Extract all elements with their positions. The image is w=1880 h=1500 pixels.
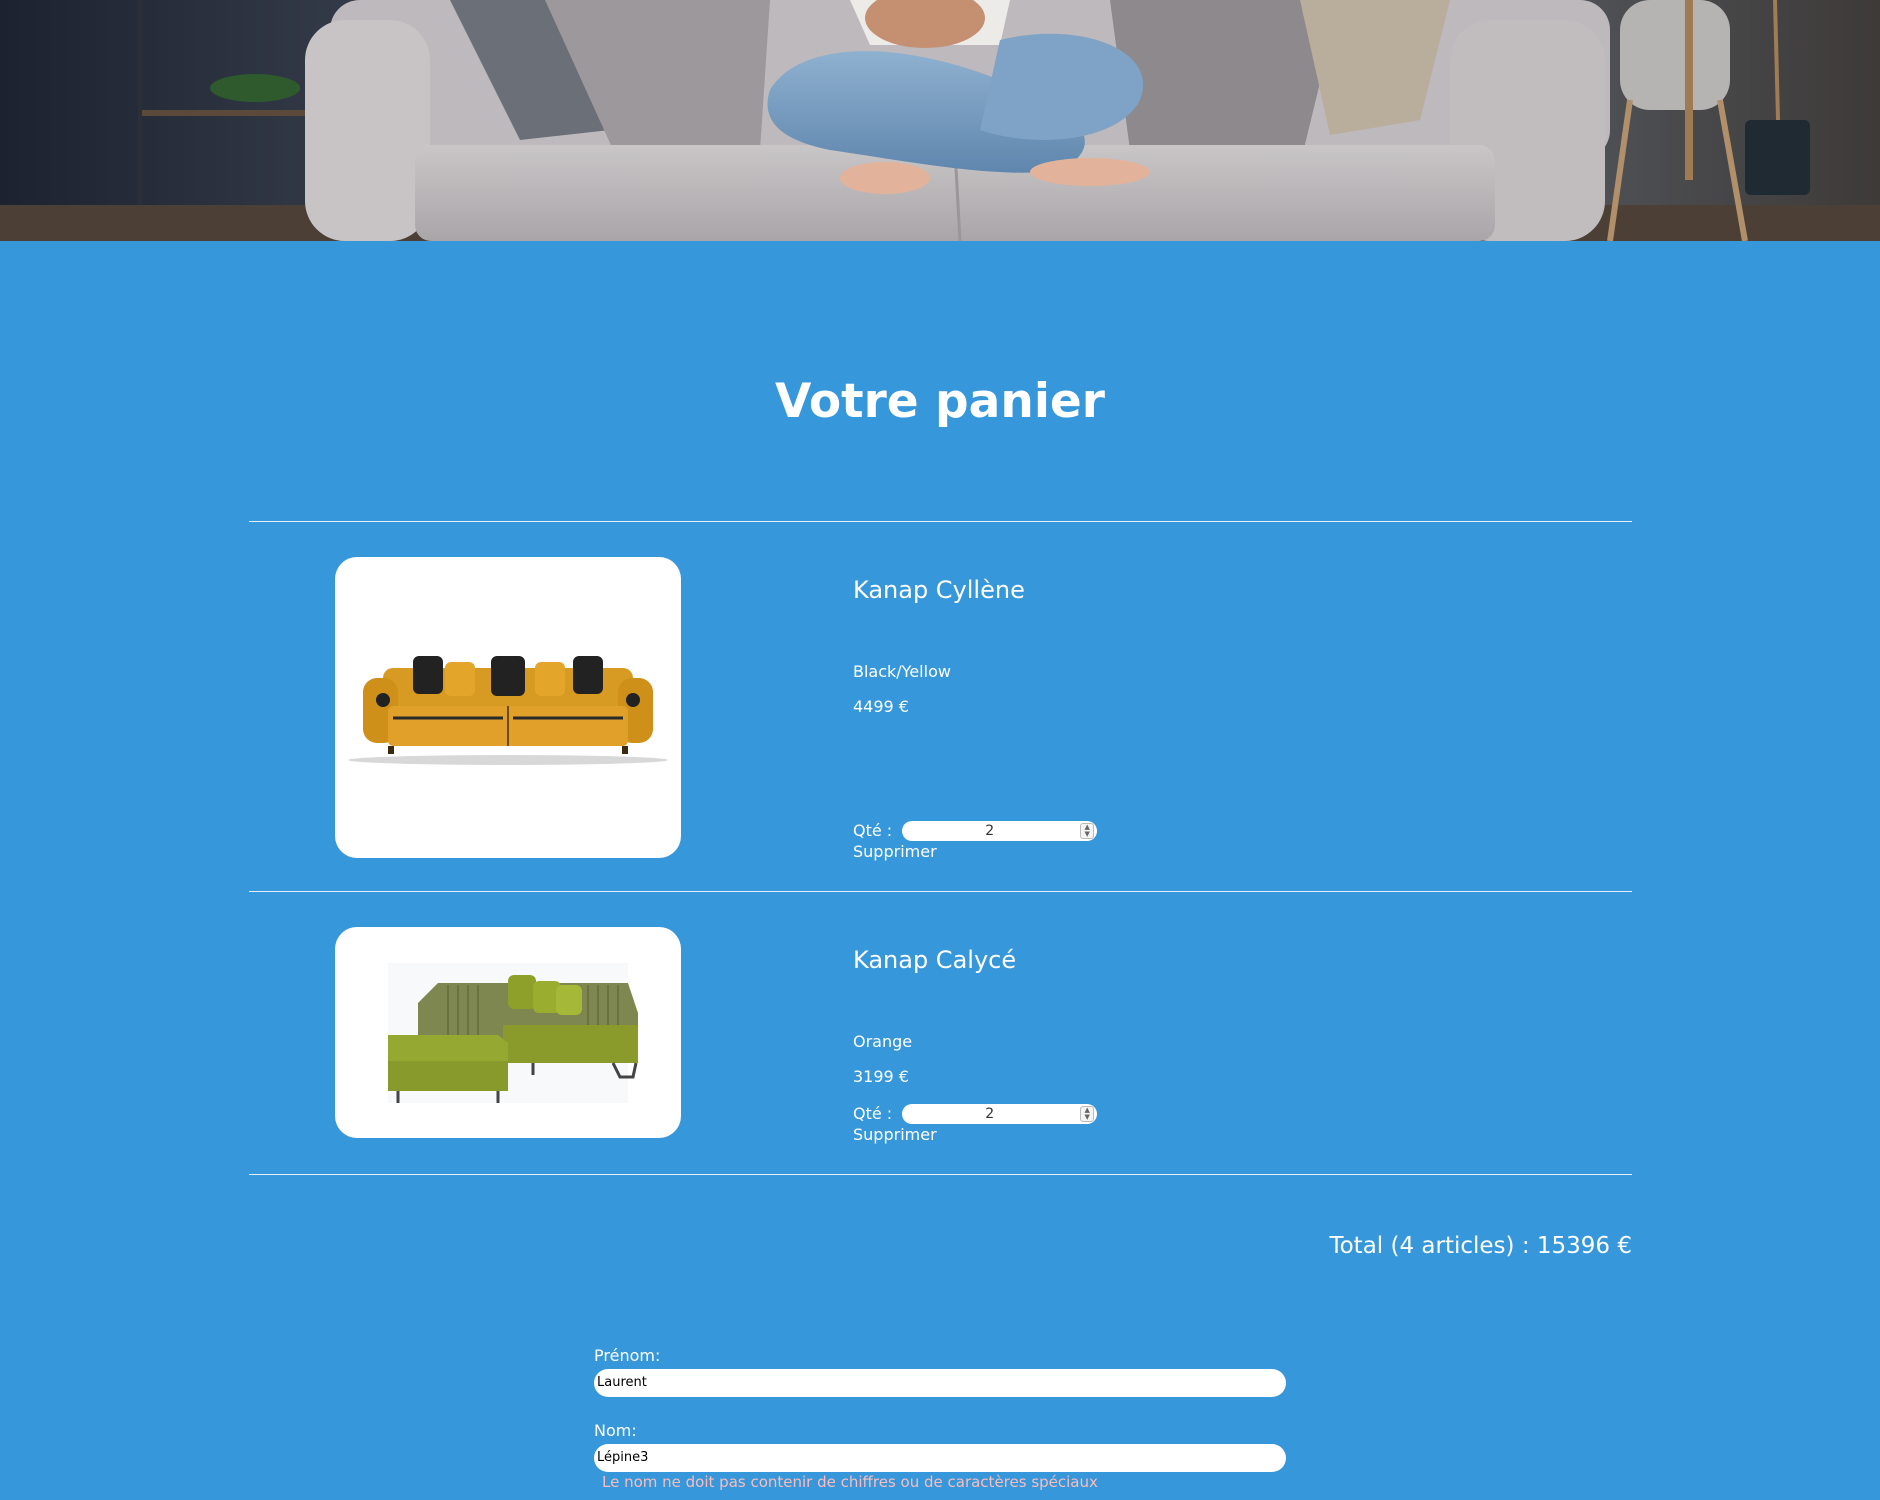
green-corner-sofa-image [388,962,638,1103]
quantity-value: 2 [985,823,995,839]
cart-total: Total (4 articles) : 15396 € [1329,1233,1632,1259]
product-image [335,927,681,1138]
quantity-value: 2 [985,1106,995,1122]
product-name: Kanap Calycé [853,946,1017,974]
quantity-label: Qté : [853,821,893,840]
first-name-field[interactable]: Laurent [594,1369,1286,1397]
delete-button[interactable]: Supprimer [853,1125,937,1145]
product-details: Kanap Calycé Orange 3199 € Qté : 2 ▲ ▼ S… [853,892,1453,1174]
cart-item: Kanap Calycé Orange 3199 € Qté : 2 ▲ ▼ S… [249,892,1632,1174]
order-form: Prénom: Laurent Nom: Lépine3 Le nom ne d… [594,1340,1286,1500]
hero-image [0,0,1880,241]
product-image [335,557,681,858]
product-name: Kanap Cyllène [853,576,1025,604]
hero-banner [0,0,1880,241]
product-color: Black/Yellow [853,662,951,681]
cart-item: Kanap Cyllène Black/Yellow 4499 € Qté : … [249,522,1632,891]
product-color: Orange [853,1032,913,1051]
divider [249,1174,1632,1175]
page-title: Votre panier [775,374,1105,429]
delete-button[interactable]: Supprimer [853,842,937,862]
quantity-input[interactable]: 2 ▲ ▼ [902,821,1098,841]
yellow-sofa-image [348,655,668,765]
quantity-row: Qté : 2 ▲ ▼ [853,821,1098,841]
product-details: Kanap Cyllène Black/Yellow 4499 € Qté : … [853,522,1453,891]
quantity-input[interactable]: 2 ▲ ▼ [902,1104,1098,1124]
chevron-down-icon[interactable]: ▼ [1084,1114,1089,1121]
last-name-error-message: Le nom ne doit pas contenir de chiffres … [602,1473,1098,1491]
first-name-label: Prénom: [594,1346,661,1365]
quantity-stepper[interactable]: ▲ ▼ [1080,823,1095,839]
last-name-field[interactable]: Lépine3 [594,1444,1286,1472]
quantity-label: Qté : [853,1104,893,1123]
last-name-label: Nom: [594,1421,637,1440]
quantity-row: Qté : 2 ▲ ▼ [853,1104,1098,1124]
quantity-stepper[interactable]: ▲ ▼ [1080,1106,1095,1122]
product-price: 4499 € [853,697,909,716]
product-price: 3199 € [853,1067,909,1086]
chevron-down-icon[interactable]: ▼ [1084,831,1089,838]
